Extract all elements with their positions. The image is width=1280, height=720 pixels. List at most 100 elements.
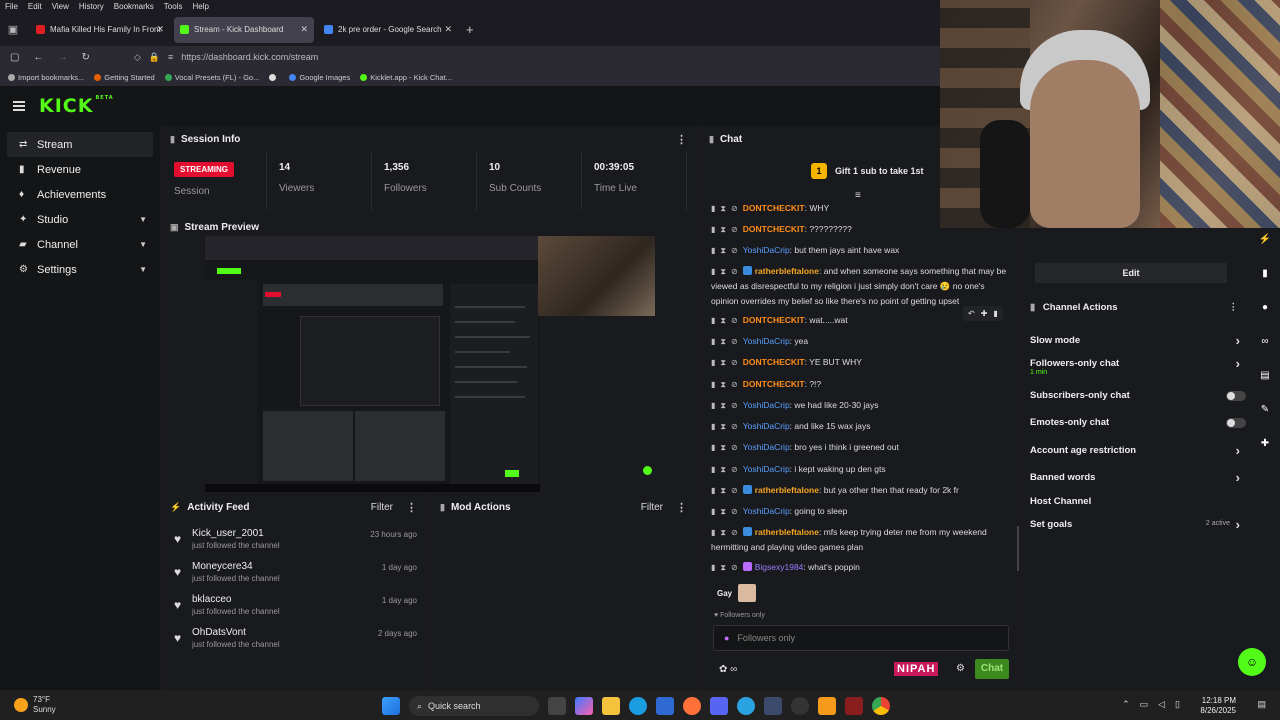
channel-action-followers-only-chat[interactable]: Followers-only chat 1 min ›	[1030, 356, 1240, 376]
channel-action-emotes-only-chat[interactable]: Emotes-only chat	[1030, 417, 1246, 428]
ban-icon[interactable]: ⊘	[731, 528, 738, 537]
windows-start-icon[interactable]	[382, 697, 400, 715]
channel-action-banned-words[interactable]: Banned words ›	[1030, 470, 1240, 485]
chat-input[interactable]: ● Followers only	[713, 625, 1009, 651]
delete-message-icon[interactable]: ▮	[711, 267, 715, 276]
menu-edit[interactable]: Edit	[28, 2, 42, 11]
chat-username[interactable]: DONTCHECKIT	[743, 203, 805, 213]
delete-message-icon[interactable]: ▮	[711, 358, 715, 367]
sidebar-item-stream[interactable]: ⇄ Stream	[7, 132, 153, 157]
chat-username[interactable]: ratherbleftalone	[755, 266, 819, 276]
nipah-badge[interactable]: NIPAH	[894, 662, 939, 676]
ban-icon[interactable]: ⊘	[731, 443, 738, 452]
menu-help[interactable]: Help	[192, 2, 208, 11]
taskbar-clock[interactable]: 12:18 PM 8/26/2025	[1200, 696, 1236, 716]
timeout-icon[interactable]: ⧗	[720, 465, 726, 474]
channel-action-slow-mode[interactable]: Slow mode ›	[1030, 333, 1240, 348]
timeout-icon[interactable]: ⧗	[720, 337, 726, 346]
sidebar-item-studio[interactable]: ✦ Studio ▼	[7, 207, 153, 232]
channel-action-set-goals[interactable]: Set goals 2 active ›	[1030, 517, 1240, 532]
ban-icon[interactable]: ⊘	[731, 316, 738, 325]
chrome-icon[interactable]	[872, 697, 890, 715]
network-icon[interactable]: ▭	[1140, 699, 1149, 710]
delete-message-icon[interactable]: ▮	[711, 204, 715, 213]
url-bar[interactable]: ◇ 🔒 ≡ https://dashboard.kick.com/stream	[134, 52, 318, 63]
bookmark-item[interactable]	[269, 73, 279, 81]
sidebar-item-settings[interactable]: ⚙ Settings ▼	[7, 257, 153, 282]
ban-icon[interactable]: ⊘	[731, 337, 738, 346]
timeout-icon[interactable]: ⧗	[720, 358, 726, 367]
chat-username[interactable]: Bigsexy1984	[755, 562, 804, 572]
tab-close-icon[interactable]: ✕	[300, 24, 308, 35]
bookmark-item[interactable]: Kicklet.app - Kick Chat...	[360, 73, 452, 82]
chat-username[interactable]: YoshiDaCrip	[743, 245, 790, 255]
delete-message-icon[interactable]: ▮	[711, 401, 715, 410]
notification-icon[interactable]: ▤	[1257, 699, 1266, 710]
forward-icon[interactable]: →	[57, 52, 67, 63]
edge-icon[interactable]	[629, 697, 647, 715]
taskbar-search[interactable]: ⌕ Quick search	[409, 696, 539, 716]
ban-icon[interactable]: ⊘	[731, 380, 738, 389]
scrollbar[interactable]	[1017, 526, 1019, 571]
link-icon[interactable]: ∞	[1250, 324, 1280, 358]
add-icon[interactable]: ✚	[1250, 426, 1280, 460]
obs-icon[interactable]	[791, 697, 809, 715]
ban-icon[interactable]: ⊘	[731, 267, 738, 276]
channel-actions-menu-icon[interactable]: ⋮	[1229, 302, 1239, 313]
timeout-icon[interactable]: ⧗	[720, 204, 726, 213]
timeout-icon[interactable]: ⧗	[720, 267, 726, 276]
browser-tab[interactable]: 2k pre order - Google Search ✕	[318, 17, 458, 43]
pin-icon[interactable]: ✚	[981, 309, 988, 318]
chat-username[interactable]: YoshiDaCrip	[743, 400, 790, 410]
delete-message-icon[interactable]: ▮	[711, 225, 715, 234]
channel-action-subscribers-only-chat[interactable]: Subscribers-only chat	[1030, 390, 1246, 401]
emote-picker-icon[interactable]: ✿ ∞	[719, 664, 737, 675]
toggle-switch[interactable]	[1226, 418, 1246, 428]
chat-username[interactable]: DONTCHECKIT	[743, 315, 805, 325]
timeout-icon[interactable]: ⧗	[720, 401, 726, 410]
sidebar-item-achievements[interactable]: ♦ Achievements	[7, 182, 153, 207]
delete-message-icon[interactable]: ▮	[711, 486, 715, 495]
tab-close-icon[interactable]: ✕	[156, 24, 164, 35]
weather-widget[interactable]: 73°F Sunny	[14, 695, 56, 715]
ban-icon[interactable]: ⊘	[731, 401, 738, 410]
url-text[interactable]: https://dashboard.kick.com/stream	[181, 52, 318, 62]
chat-bubble-icon[interactable]: ●	[1250, 290, 1280, 324]
follower-name[interactable]: Kick_user_2001	[192, 528, 280, 539]
chat-username[interactable]: ratherbleftalone	[755, 527, 819, 537]
stream-preview-video[interactable]	[205, 236, 655, 492]
delete-message-icon[interactable]: ▮	[711, 443, 715, 452]
delete-message-icon[interactable]: ▮	[711, 316, 715, 325]
menu-view[interactable]: View	[52, 2, 69, 11]
menu-bookmarks[interactable]: Bookmarks	[114, 2, 154, 11]
fl-studio-icon[interactable]	[818, 697, 836, 715]
ban-icon[interactable]: ⊘	[731, 563, 738, 572]
support-chat-icon[interactable]: ☺	[1238, 648, 1266, 676]
reload-icon[interactable]: ↻	[81, 52, 89, 63]
gift-sub-banner[interactable]: 1 Gift 1 sub to take 1st	[811, 163, 924, 179]
follower-name[interactable]: OhDatsVont	[192, 627, 280, 638]
timeout-icon[interactable]: ⧗	[720, 246, 726, 255]
pinned-toggle-icon[interactable]: ≡	[855, 190, 861, 201]
chat-settings-icon[interactable]: ⚙	[956, 663, 965, 674]
chat-username[interactable]: DONTCHECKIT	[743, 379, 805, 389]
chat-username[interactable]: YoshiDaCrip	[743, 336, 790, 346]
undo-icon[interactable]: ↶	[968, 309, 975, 318]
ban-icon[interactable]: ⊘	[731, 204, 738, 213]
channel-action-account-age-restriction[interactable]: Account age restriction ›	[1030, 443, 1240, 458]
toggle-switch[interactable]	[1226, 391, 1246, 401]
delete-message-icon[interactable]: ▮	[711, 246, 715, 255]
chat-username[interactable]: ratherbleftalone	[755, 485, 819, 495]
delete-message-icon[interactable]: ▮	[711, 465, 715, 474]
bookmark-item[interactable]: Vocal Presets (FL) - Go...	[164, 73, 259, 82]
chat-username[interactable]: YoshiDaCrip	[743, 506, 790, 516]
channel-action-host-channel[interactable]: Host Channel	[1030, 496, 1240, 507]
timeout-icon[interactable]: ⧗	[720, 422, 726, 431]
menu-history[interactable]: History	[79, 2, 104, 11]
activity-filter-button[interactable]: Filter	[371, 502, 393, 513]
ban-icon[interactable]: ⊘	[731, 422, 738, 431]
new-tab-icon[interactable]: +	[466, 22, 474, 37]
delete-message-icon[interactable]: ▮	[711, 528, 715, 537]
chat-username[interactable]: YoshiDaCrip	[743, 464, 790, 474]
timeout-icon[interactable]: ⧗	[720, 507, 726, 516]
